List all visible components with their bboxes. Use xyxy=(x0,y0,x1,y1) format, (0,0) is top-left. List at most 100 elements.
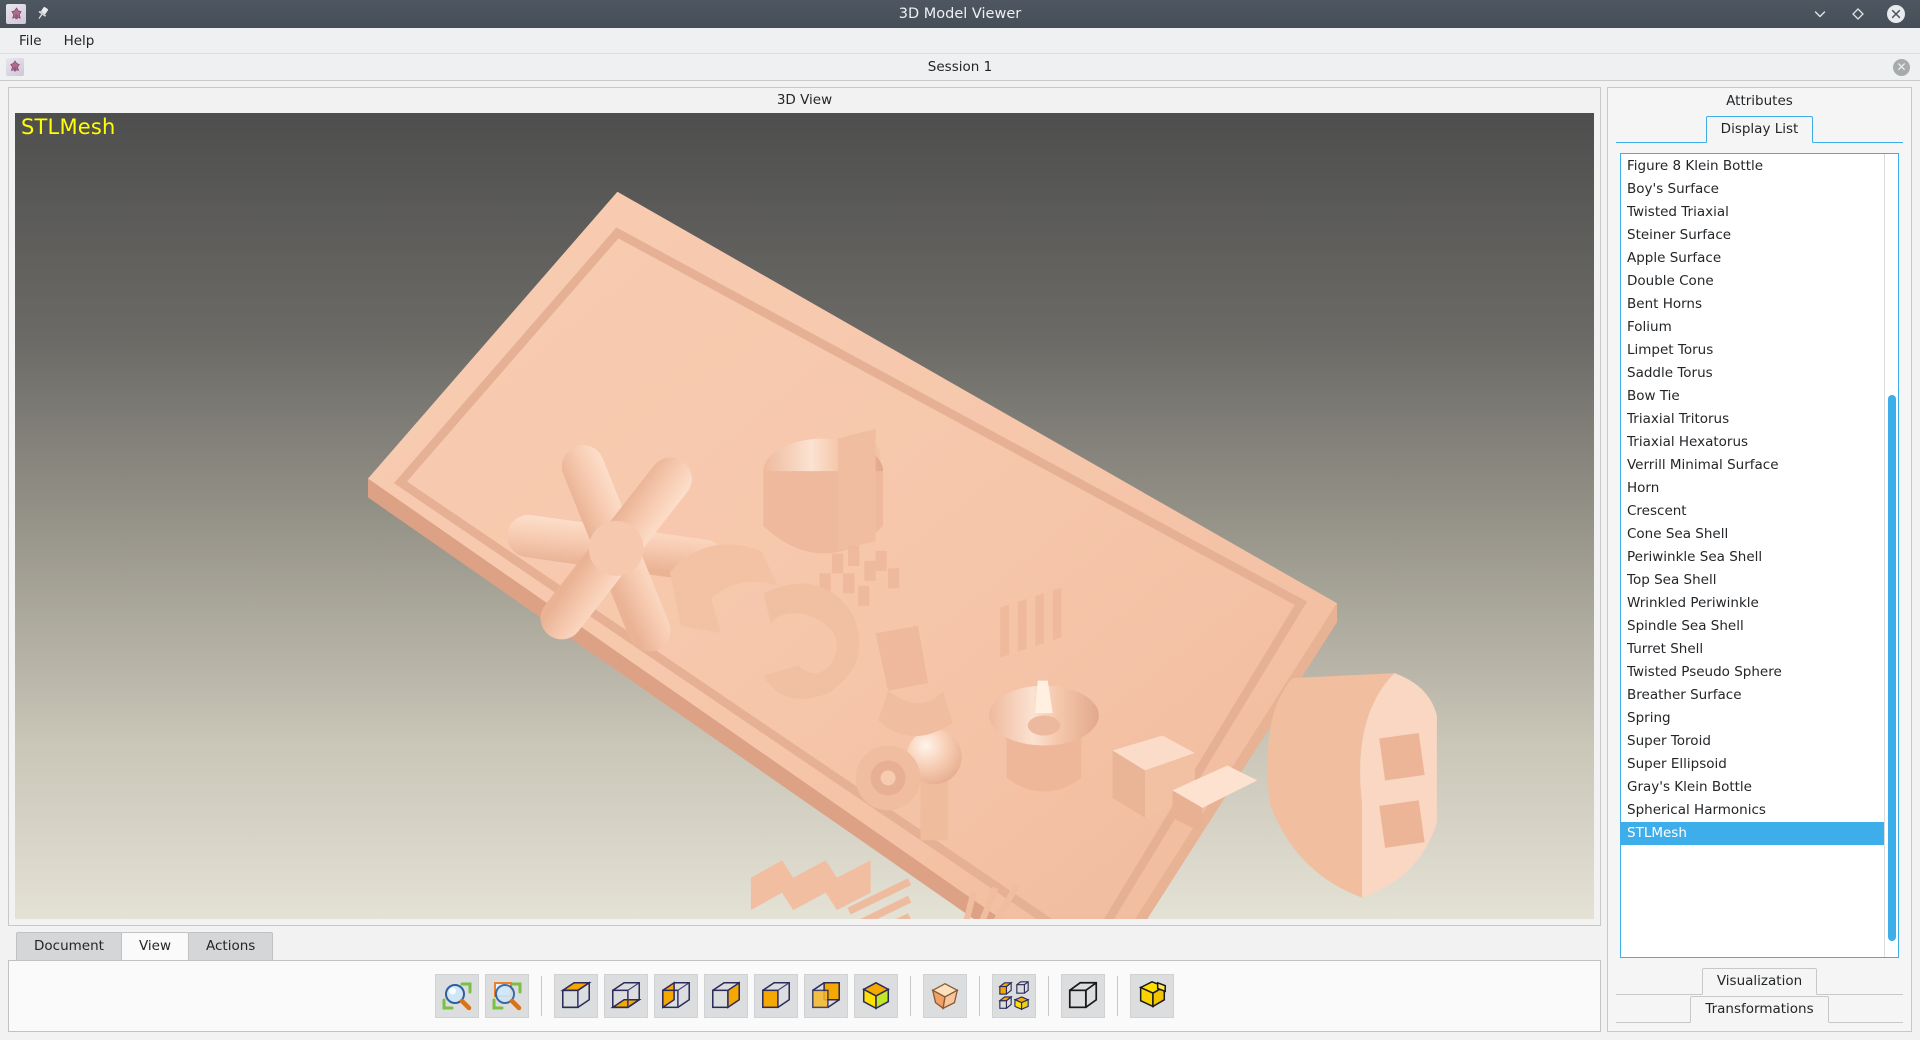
view-panel-title: 3D View xyxy=(776,92,833,108)
view-axonometric-icon[interactable] xyxy=(854,974,898,1018)
toolgroup-shaded xyxy=(1130,974,1174,1018)
diamond-icon[interactable] xyxy=(1848,4,1868,24)
app-glyph-icon xyxy=(10,6,22,19)
visualization-tabrow: Visualization xyxy=(1608,968,1911,995)
tab-view[interactable]: View xyxy=(120,932,189,960)
view-back-glyph-icon xyxy=(812,982,840,1009)
attributes-tabrow: Display List xyxy=(1608,116,1911,143)
zoom-fit-icon[interactable] xyxy=(435,974,479,1018)
list-item[interactable]: Verrill Minimal Surface xyxy=(1621,454,1884,477)
list-item[interactable]: Folium xyxy=(1621,316,1884,339)
list-item[interactable]: Super Ellipsoid xyxy=(1621,753,1884,776)
menu-item-help[interactable]: Help xyxy=(53,30,106,52)
view-bottom-icon[interactable] xyxy=(604,974,648,1018)
display-listbox[interactable]: Figure 8 Klein Bottle Boy's Surface Twiste… xyxy=(1620,153,1899,958)
view-back-icon[interactable] xyxy=(804,974,848,1018)
wireframe-glyph-icon xyxy=(1068,981,1098,1009)
3d-viewport[interactable]: STLMesh xyxy=(15,113,1594,919)
spiral-feature xyxy=(855,745,921,811)
close-glyph-icon xyxy=(1887,5,1905,23)
view-right-glyph-icon xyxy=(712,981,740,1009)
list-item[interactable]: Boy's Surface xyxy=(1621,178,1884,201)
list-item[interactable]: Limpet Torus xyxy=(1621,339,1884,362)
tab-display-list[interactable]: Display List xyxy=(1705,116,1814,143)
session-tabbar: Session 1 ✕ xyxy=(0,54,1920,81)
list-item[interactable]: Super Toroid xyxy=(1621,730,1884,753)
list-item[interactable]: Triaxial Hexatorus xyxy=(1621,431,1884,454)
list-item[interactable]: Spherical Harmonics xyxy=(1621,799,1884,822)
pin-icon[interactable] xyxy=(34,5,52,23)
zoom-region-icon[interactable] xyxy=(485,974,529,1018)
view-top-glyph-icon xyxy=(560,981,592,1009)
tab-actions[interactable]: Actions xyxy=(188,932,274,960)
close-circle-icon[interactable] xyxy=(1886,4,1906,24)
list-item[interactable]: Double Cone xyxy=(1621,270,1884,293)
toolbar-separator-2 xyxy=(910,976,911,1016)
session-close-button[interactable]: ✕ xyxy=(1893,58,1910,76)
display-list-scrollbar[interactable] xyxy=(1884,154,1898,957)
zigzag-wall-feature xyxy=(750,860,871,911)
list-item[interactable]: Wrinkled Periwinkle xyxy=(1621,592,1884,615)
diamond-glyph-icon xyxy=(1852,8,1864,20)
list-item[interactable]: Twisted Triaxial xyxy=(1621,201,1884,224)
block-feature-1 xyxy=(838,428,876,551)
main-body: 3D View STLMesh Document View Actions At… xyxy=(0,81,1920,1040)
tab-visualization[interactable]: Visualization xyxy=(1701,968,1818,995)
list-item[interactable]: Horn xyxy=(1621,477,1884,500)
view-axonometric-glyph-icon xyxy=(862,981,890,1010)
list-item[interactable]: Apple Surface xyxy=(1621,247,1884,270)
list-item[interactable]: Breather Surface xyxy=(1621,684,1884,707)
fin-wall-feature xyxy=(1267,673,1437,898)
toolgroup-zoom xyxy=(435,974,529,1018)
menubar: File Help xyxy=(0,28,1920,54)
window-titlebar: 3D Model Viewer xyxy=(0,0,1920,28)
bottom-tabrow: Document View Actions xyxy=(8,932,1601,960)
list-item[interactable]: Spindle Sea Shell xyxy=(1621,615,1884,638)
tab-document[interactable]: Document xyxy=(16,932,122,960)
toolbar-separator-4 xyxy=(1048,976,1049,1016)
view-panel: 3D View STLMesh xyxy=(8,87,1601,926)
view-perspective-glyph-icon xyxy=(931,982,959,1010)
view-left-icon[interactable] xyxy=(654,974,698,1018)
list-item[interactable]: Bent Horns xyxy=(1621,293,1884,316)
view-right-icon[interactable] xyxy=(704,974,748,1018)
toolgroup-quadview xyxy=(992,974,1036,1018)
toolgroup-perspective xyxy=(923,974,967,1018)
bottom-panel: Document View Actions xyxy=(8,932,1601,1032)
pin-glyph-icon xyxy=(38,6,49,19)
view-front-icon[interactable] xyxy=(754,974,798,1018)
view-quad-grid-icon[interactable] xyxy=(992,974,1036,1018)
list-item[interactable]: Twisted Pseudo Sphere xyxy=(1621,661,1884,684)
list-item[interactable]: Saddle Torus xyxy=(1621,362,1884,385)
toolgroup-views xyxy=(554,974,898,1018)
view-top-icon[interactable] xyxy=(554,974,598,1018)
shaded-glyph-icon xyxy=(1138,981,1167,1008)
attributes-bottom-tabs: Visualization Transformations xyxy=(1608,958,1911,1031)
chevron-down-icon[interactable] xyxy=(1810,4,1830,24)
view-perspective-icon[interactable] xyxy=(923,974,967,1018)
list-item[interactable]: STLMesh xyxy=(1621,822,1884,845)
list-item[interactable]: Spring xyxy=(1621,707,1884,730)
app-icon[interactable] xyxy=(6,4,26,24)
view-toolbar xyxy=(8,960,1601,1032)
wireframe-box-icon[interactable] xyxy=(1061,974,1105,1018)
list-item[interactable]: Cone Sea Shell xyxy=(1621,523,1884,546)
list-item[interactable]: Steiner Surface xyxy=(1621,224,1884,247)
list-item[interactable]: Turret Shell xyxy=(1621,638,1884,661)
toolbar-separator-1 xyxy=(541,976,542,1016)
session-title: Session 1 xyxy=(927,59,993,75)
toolbar-separator-5 xyxy=(1117,976,1118,1016)
list-item[interactable]: Triaxial Tritorus xyxy=(1621,408,1884,431)
list-item[interactable]: Periwinkle Sea Shell xyxy=(1621,546,1884,569)
list-item[interactable]: Crescent xyxy=(1621,500,1884,523)
list-item[interactable]: Top Sea Shell xyxy=(1621,569,1884,592)
shaded-box-icon[interactable] xyxy=(1130,974,1174,1018)
chevron-down-glyph-icon xyxy=(1814,11,1826,18)
list-item[interactable]: Bow Tie xyxy=(1621,385,1884,408)
list-item[interactable]: Gray's Klein Bottle xyxy=(1621,776,1884,799)
menu-item-file[interactable]: File xyxy=(8,30,53,52)
window-title: 3D Model Viewer xyxy=(898,6,1022,22)
tab-transformations[interactable]: Transformations xyxy=(1690,996,1829,1023)
list-item[interactable]: Figure 8 Klein Bottle xyxy=(1621,155,1884,178)
display-list-scroll-thumb[interactable] xyxy=(1888,394,1896,941)
